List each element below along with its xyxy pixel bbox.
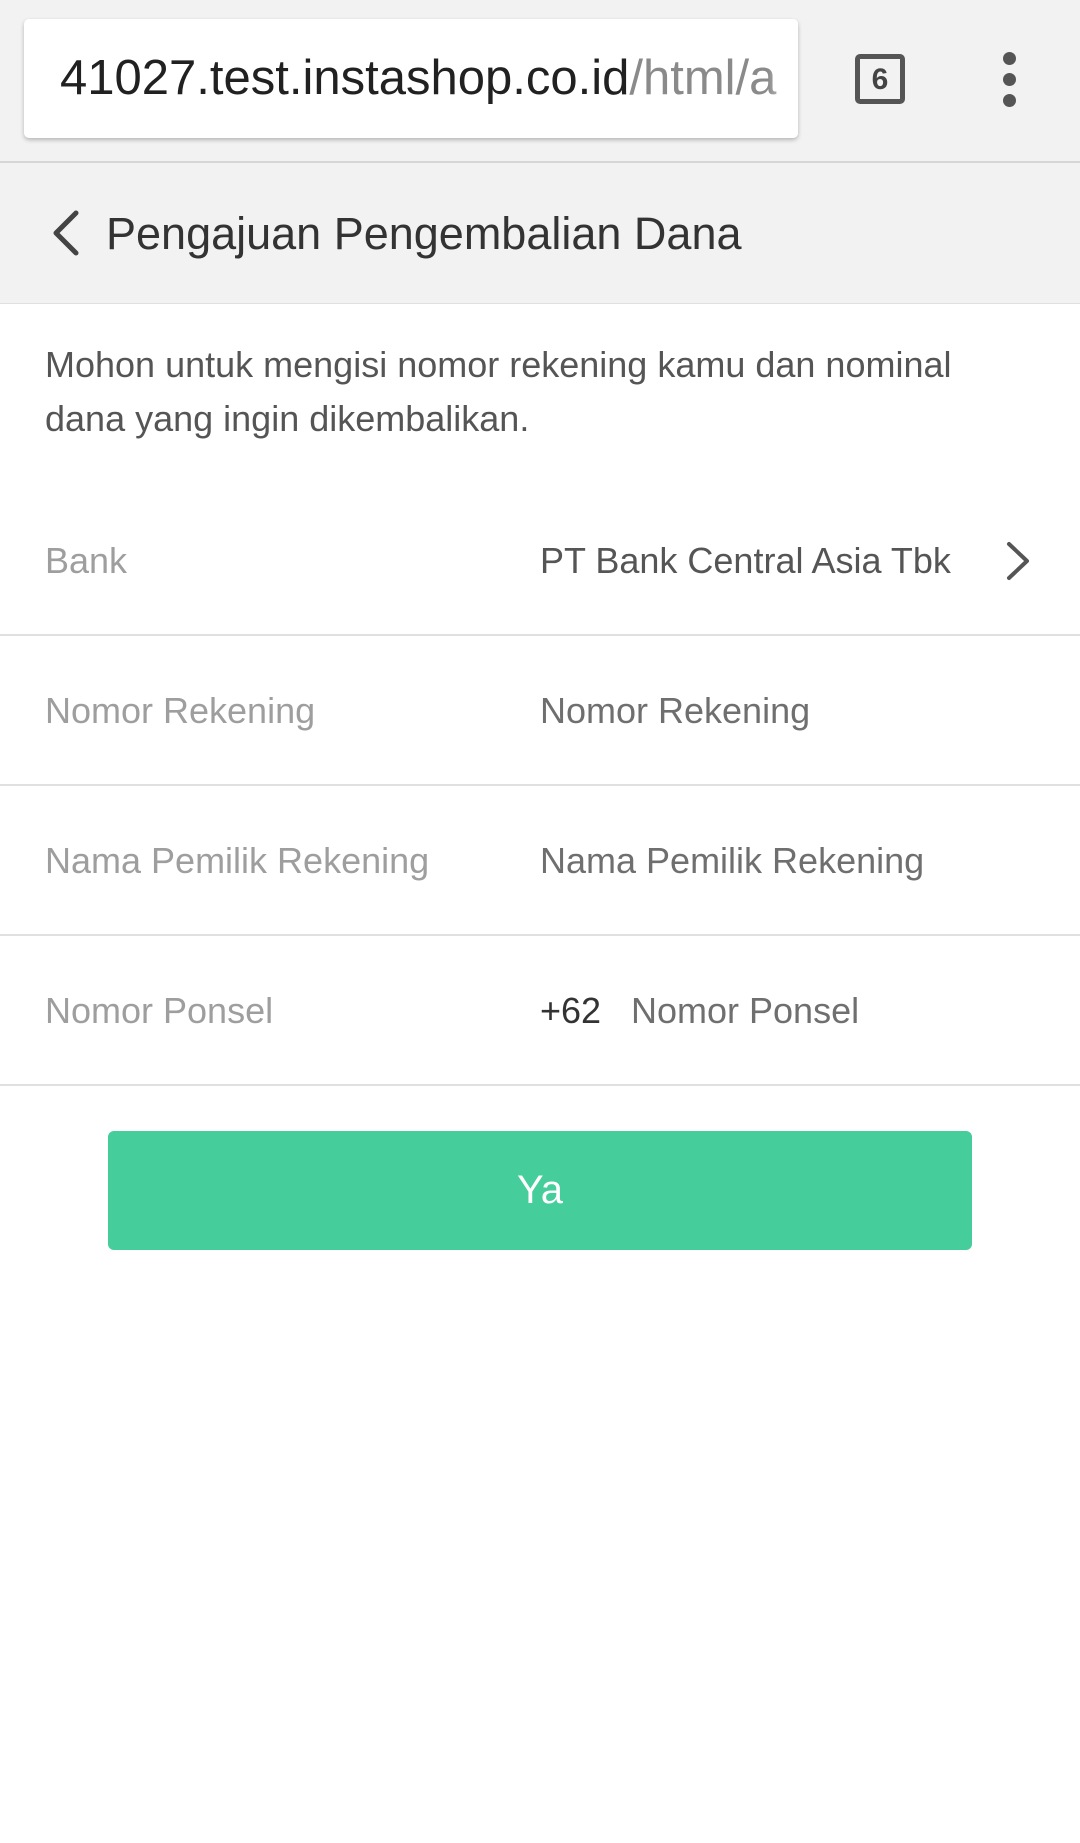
browser-toolbar: 41027.test.instashop.co.id/html/a 6 — [0, 0, 1080, 163]
account-number-label: Nomor Rekening — [45, 690, 316, 731]
submit-button[interactable]: Ya — [108, 1131, 972, 1250]
more-vert-icon[interactable] — [997, 52, 1023, 108]
phone-label: Nomor Ponsel — [45, 990, 274, 1031]
url-text[interactable]: 41027.test.instashop.co.id/html/a — [60, 19, 776, 138]
url-host: 41027.test.instashop.co.id — [60, 51, 630, 105]
phone-row: Nomor Ponsel +62 — [0, 936, 1080, 1086]
phone-prefix: +62 — [540, 990, 602, 1031]
tab-switcher-button[interactable]: 6 — [855, 54, 905, 104]
account-holder-input[interactable] — [540, 831, 1040, 891]
account-holder-label: Nama Pemilik Rekening — [45, 840, 430, 881]
url-path: /html/a — [629, 51, 777, 105]
account-number-input[interactable] — [540, 681, 1040, 741]
account-holder-row: Nama Pemilik Rekening — [0, 786, 1080, 936]
page-title: Pengajuan Pengembalian Dana — [106, 208, 742, 259]
chevron-right-icon[interactable] — [1003, 540, 1033, 582]
chevron-left-icon[interactable] — [46, 209, 86, 257]
account-number-row: Nomor Rekening — [0, 636, 1080, 786]
phone-input[interactable] — [631, 981, 1031, 1041]
app-header: Pengajuan Pengembalian Dana — [0, 163, 1080, 304]
intro-text: Mohon untuk mengisi nomor rekening kamu … — [45, 344, 952, 439]
url-fade — [768, 19, 798, 138]
address-bar[interactable]: 41027.test.instashop.co.id/html/a — [24, 19, 798, 138]
bank-value[interactable]: PT Bank Central Asia Tbk — [540, 486, 951, 636]
bank-row[interactable]: Bank PT Bank Central Asia Tbk — [0, 486, 1080, 636]
bank-label: Bank — [45, 540, 128, 581]
